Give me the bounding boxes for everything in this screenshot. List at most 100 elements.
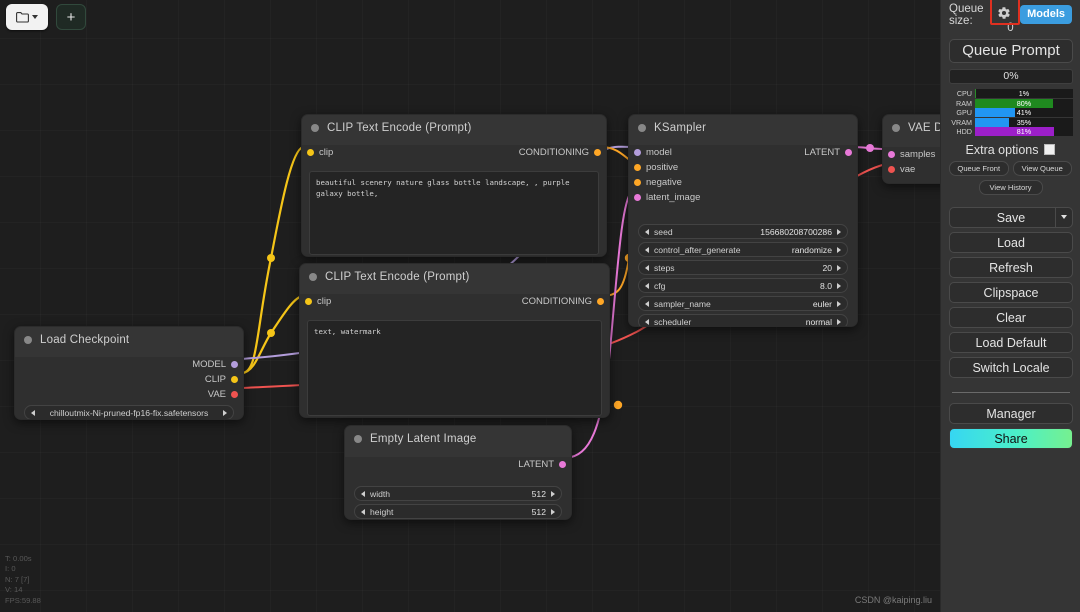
arrow-right-icon[interactable] (837, 264, 841, 271)
arrow-left-icon[interactable] (645, 228, 649, 235)
arrow-right-icon[interactable] (837, 300, 841, 307)
node-title-text: Load Checkpoint (40, 334, 130, 346)
port-dot-vae[interactable] (231, 391, 238, 398)
widget-width[interactable]: width 512 (354, 486, 562, 501)
node-ksampler[interactable]: KSampler model LATENT positive negative … (628, 114, 858, 327)
load-button[interactable]: Load (949, 231, 1073, 253)
queue-prompt-button[interactable]: Queue Prompt (949, 39, 1073, 63)
arrow-right-icon[interactable] (551, 490, 555, 497)
widget-value: randomize (791, 244, 832, 255)
node-collapse-icon[interactable] (354, 435, 362, 443)
save-row: Save (949, 206, 1073, 228)
input-positive[interactable]: positive (629, 160, 857, 175)
queue-actions-row: Queue Front View Queue (949, 160, 1072, 176)
arrow-left-icon[interactable] (645, 264, 649, 271)
node-body: LATENT width 512 height 512 batch_size 1 (345, 457, 571, 519)
resource-row-cpu: CPU 1% (949, 89, 1073, 99)
widget-scheduler[interactable]: scheduler normal (638, 314, 848, 326)
port-dot-conditioning[interactable] (597, 298, 604, 305)
clear-button[interactable]: Clear (949, 306, 1073, 328)
node-clip-text-encode-negative[interactable]: CLIP Text Encode (Prompt) clip CONDITION… (299, 263, 610, 418)
resource-bar: 41% (975, 108, 1073, 118)
node-empty-latent-image[interactable]: Empty Latent Image LATENT width 512 heig… (344, 425, 572, 520)
settings-button[interactable] (990, 0, 1021, 25)
resource-pct: 1% (1018, 89, 1030, 99)
node-collapse-icon[interactable] (638, 124, 646, 132)
node-title-bar[interactable]: Load Checkpoint (15, 327, 243, 353)
output-model[interactable]: MODEL (15, 357, 243, 372)
arrow-right-icon[interactable] (837, 318, 841, 325)
port-dot-clip[interactable] (231, 376, 238, 383)
port-dot-samples[interactable] (888, 151, 895, 158)
node-collapse-icon[interactable] (309, 273, 317, 281)
port-dot-clip[interactable] (305, 298, 312, 305)
clipspace-button[interactable]: Clipspace (949, 281, 1073, 303)
arrow-right-icon[interactable] (837, 246, 841, 253)
widget-height[interactable]: height 512 (354, 504, 562, 519)
node-title-bar[interactable]: CLIP Text Encode (Prompt) (300, 264, 609, 290)
switch-locale-button[interactable]: Switch Locale (949, 356, 1073, 378)
resource-bar: 81% (975, 127, 1073, 137)
widget-value: chilloutmix-Ni-pruned-fp16-fix.safetenso… (49, 407, 209, 418)
widget-cfg[interactable]: cfg 8.0 (638, 278, 848, 293)
widget-seed[interactable]: seed 156680208700286 (638, 224, 848, 239)
node-title-bar[interactable]: Empty Latent Image (345, 426, 571, 452)
prompt-textarea-negative[interactable]: text, watermark (307, 320, 602, 416)
input-negative[interactable]: negative (629, 175, 857, 190)
node-title-bar[interactable]: KSampler (629, 115, 857, 141)
arrow-right-icon[interactable] (551, 508, 555, 515)
output-clip[interactable]: CLIP (15, 372, 243, 387)
models-button[interactable]: Models (1020, 4, 1072, 25)
workflow-folder-button[interactable] (6, 4, 48, 30)
widget-label: cfg (654, 280, 666, 291)
arrow-right-icon[interactable] (837, 282, 841, 289)
widget-sampler-name[interactable]: sampler_name euler (638, 296, 848, 311)
port-dot-negative[interactable] (634, 179, 641, 186)
node-collapse-icon[interactable] (892, 124, 900, 132)
widget-control-after-generate[interactable]: control_after_generate randomize (638, 242, 848, 257)
input-clip[interactable]: clip CONDITIONING (300, 294, 609, 309)
prompt-textarea-positive[interactable]: beautiful scenery nature glass bottle la… (309, 171, 599, 255)
input-model[interactable]: model LATENT (629, 145, 857, 160)
manager-button[interactable]: Manager (949, 402, 1073, 424)
resource-pct: 80% (1016, 98, 1032, 108)
share-button[interactable]: Share (949, 427, 1073, 449)
arrow-right-icon[interactable] (837, 228, 841, 235)
view-queue-button[interactable]: View Queue (1012, 160, 1072, 176)
arrow-left-icon[interactable] (645, 300, 649, 307)
arrow-left-icon[interactable] (645, 318, 649, 325)
arrow-right-icon[interactable] (223, 409, 227, 416)
node-collapse-icon[interactable] (24, 336, 32, 344)
input-latent-image[interactable]: latent_image (629, 190, 857, 205)
port-dot-latent-image[interactable] (634, 194, 641, 201)
node-collapse-icon[interactable] (311, 124, 319, 132)
port-dot-model[interactable] (231, 361, 238, 368)
input-clip[interactable]: clip CONDITIONING (302, 145, 606, 160)
port-dot-model[interactable] (634, 149, 641, 156)
arrow-left-icon[interactable] (31, 409, 35, 416)
port-dot-clip[interactable] (307, 149, 314, 156)
widget-ckpt-name[interactable]: chilloutmix-Ni-pruned-fp16-fix.safetenso… (24, 405, 234, 419)
node-load-checkpoint[interactable]: Load Checkpoint MODEL CLIP VAE chilloutm… (14, 326, 244, 420)
port-dot-latent[interactable] (559, 461, 566, 468)
arrow-left-icon[interactable] (361, 508, 365, 515)
new-workflow-button[interactable]: + (56, 4, 86, 30)
arrow-left-icon[interactable] (361, 490, 365, 497)
node-clip-text-encode-positive[interactable]: CLIP Text Encode (Prompt) clip CONDITION… (301, 114, 607, 257)
arrow-left-icon[interactable] (645, 282, 649, 289)
port-dot-positive[interactable] (634, 164, 641, 171)
arrow-left-icon[interactable] (645, 246, 649, 253)
port-dot-conditioning[interactable] (594, 149, 601, 156)
port-dot-vae[interactable] (888, 166, 895, 173)
extra-options-checkbox[interactable] (1044, 144, 1056, 155)
node-title-bar[interactable]: CLIP Text Encode (Prompt) (302, 115, 606, 141)
widget-steps[interactable]: steps 20 (638, 260, 848, 275)
output-vae[interactable]: VAE (15, 387, 243, 402)
output-latent[interactable]: LATENT (345, 457, 571, 472)
view-history-button[interactable]: View History (978, 179, 1043, 195)
port-dot-latent-out[interactable] (845, 149, 852, 156)
save-dropdown-button[interactable] (1055, 207, 1071, 227)
refresh-button[interactable]: Refresh (949, 256, 1073, 278)
load-default-button[interactable]: Load Default (949, 331, 1073, 353)
queue-front-button[interactable]: Queue Front (949, 160, 1009, 176)
